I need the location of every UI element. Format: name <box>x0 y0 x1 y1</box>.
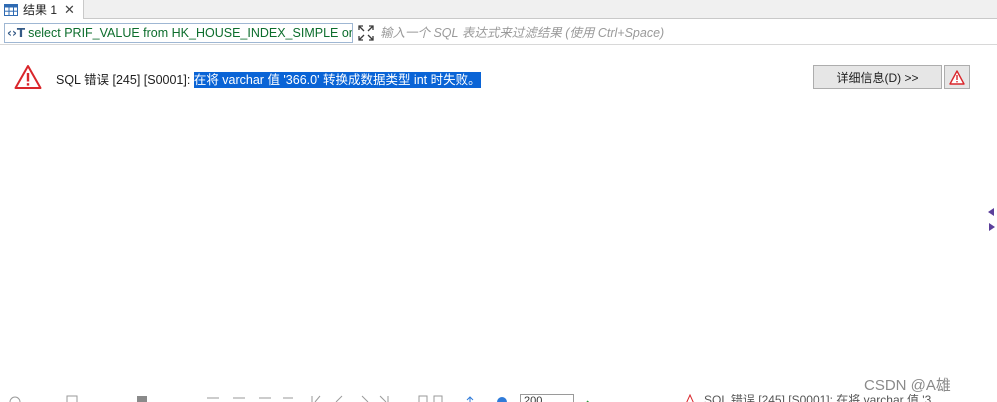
fetch-next-icon[interactable] <box>580 394 594 402</box>
bottom-toolbar: 200 SQL 错误 [245] [S0001]: 在将 varchar 值 '… <box>0 394 997 402</box>
error-prefix: SQL 错误 [245] [S0001]: <box>56 73 194 87</box>
export-icons[interactable] <box>418 394 514 402</box>
sql-query-box[interactable]: ‹›T select PRIF_VALUE from HK_HOUSE_INDE… <box>4 23 353 43</box>
sql-query-icon: ‹›T <box>7 26 26 40</box>
sql-query-text: select PRIF_VALUE from HK_HOUSE_INDEX_SI… <box>28 26 353 40</box>
results-tab-bar: 结果 1 ✕ <box>0 0 997 19</box>
tab-results-1[interactable]: 结果 1 ✕ <box>0 0 84 19</box>
warning-triangle-icon <box>949 69 965 85</box>
close-icon[interactable]: ✕ <box>64 3 75 16</box>
grid-icon <box>4 3 18 16</box>
pagination-arrows[interactable] <box>310 394 390 402</box>
status-text: SQL 错误 [245] [S0001]: 在将 varchar 值 '3 <box>704 394 932 402</box>
warning-triangle-icon <box>686 394 694 402</box>
refresh-icon[interactable] <box>8 394 22 402</box>
watermark: CSDN @A雄 <box>864 377 951 394</box>
warning-triangle-icon <box>14 65 42 89</box>
script-icon[interactable] <box>136 394 148 402</box>
filter-expression-input[interactable] <box>380 23 992 43</box>
panel-toggle-arrows[interactable] <box>985 207 995 233</box>
fetch-size-input[interactable]: 200 <box>520 394 574 402</box>
details-button[interactable]: 详细信息(D) >> <box>813 65 942 89</box>
error-message: SQL 错误 [245] [S0001]: 在将 varchar 值 '366.… <box>56 69 481 88</box>
error-detail-selected[interactable]: 在将 varchar 值 '366.0' 转换成数据类型 int 时失败。 <box>193 72 481 88</box>
expand-icon[interactable] <box>358 25 374 41</box>
row-actions-icons[interactable] <box>205 394 295 402</box>
tab-label: 结果 1 <box>23 3 58 17</box>
filter-bar: ‹›T select PRIF_VALUE from HK_HOUSE_INDE… <box>0 21 997 45</box>
save-icon[interactable] <box>66 394 78 402</box>
warning-button[interactable] <box>944 65 970 89</box>
